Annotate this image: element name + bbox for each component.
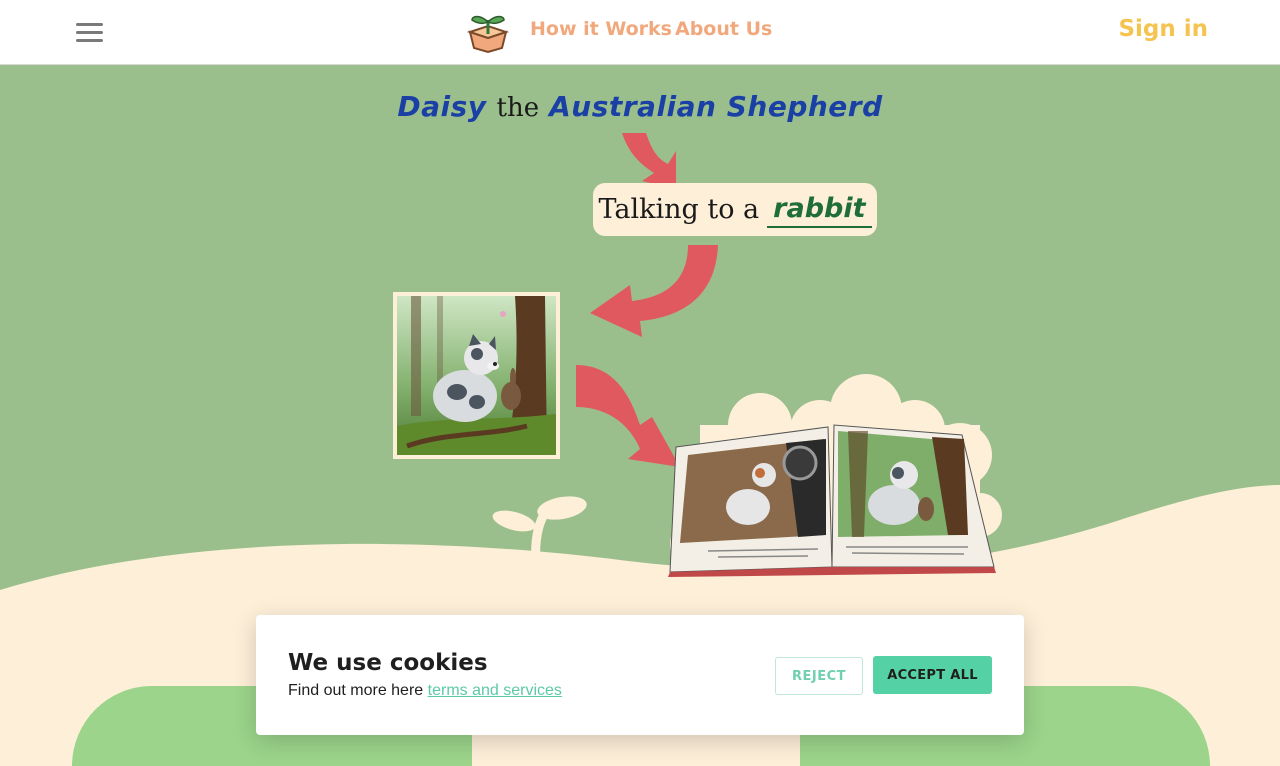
activity-prefix: Talking to a bbox=[598, 194, 760, 225]
accept-all-button[interactable]: ACCEPT ALL bbox=[873, 656, 992, 694]
nav-about-us[interactable]: About Us bbox=[675, 18, 772, 40]
cookie-text-prefix: Find out more here bbox=[288, 682, 424, 699]
arrow-down-right bbox=[576, 365, 680, 467]
reject-button[interactable]: REJECT bbox=[775, 657, 863, 695]
hamburger-menu-icon[interactable] bbox=[72, 16, 108, 48]
title-connector: the bbox=[496, 93, 540, 123]
story-title: Daisy the Australian Shepherd bbox=[0, 83, 1280, 130]
sign-in-link[interactable]: Sign in bbox=[1118, 16, 1208, 42]
sprout-box-logo[interactable] bbox=[464, 10, 512, 54]
pet-breed: Australian Shepherd bbox=[549, 90, 883, 123]
book-preview bbox=[668, 424, 996, 577]
pet-name: Daisy bbox=[397, 90, 487, 123]
cookie-text: Find out more here terms and services bbox=[288, 682, 562, 700]
cookie-banner: We use cookies Find out more here terms … bbox=[256, 615, 1024, 735]
sprout-leaf-left bbox=[492, 510, 536, 532]
nav-how-it-works[interactable]: How it Works bbox=[530, 18, 672, 40]
arrow-down-1 bbox=[622, 133, 676, 189]
site-header: How it Works About Us Sign in bbox=[0, 0, 1280, 65]
activity-animal: rabbit bbox=[767, 192, 872, 228]
arrow-down-left bbox=[590, 245, 718, 337]
cookie-title: We use cookies bbox=[288, 650, 488, 676]
activity-box: Talking to a rabbit bbox=[593, 183, 877, 236]
terms-link[interactable]: terms and services bbox=[428, 682, 562, 699]
generated-scene-image bbox=[393, 292, 560, 459]
